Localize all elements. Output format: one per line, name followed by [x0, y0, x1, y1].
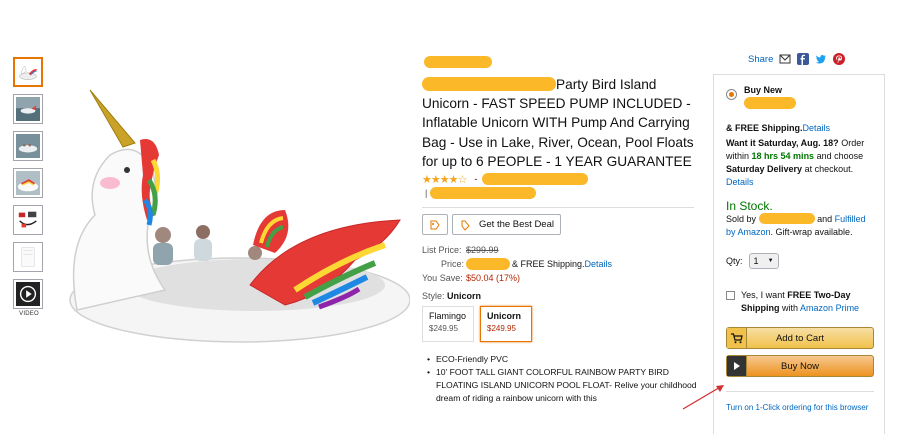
- play-icon: [16, 282, 40, 306]
- star-rating-icon[interactable]: ★★★★☆: [422, 173, 467, 186]
- redacted-buy-new-price: [744, 97, 796, 109]
- facebook-icon[interactable]: [797, 53, 810, 65]
- get-best-deal-label: Get the Best Deal: [479, 219, 554, 231]
- list-price: $299.99: [466, 245, 499, 256]
- prime-checkbox[interactable]: [726, 291, 735, 300]
- share-row: Share: [748, 53, 846, 65]
- add-to-cart-button[interactable]: Add to Cart: [726, 327, 874, 349]
- thumb-people-float[interactable]: [13, 168, 43, 198]
- redacted-price: [466, 258, 510, 271]
- deal-row: Get the Best Deal: [422, 214, 707, 236]
- product-main-image[interactable]: [55, 85, 410, 355]
- thumb-unicorn-float[interactable]: [13, 57, 43, 87]
- at-checkout-text: at checkout.: [804, 164, 854, 174]
- thumb-party-scene[interactable]: [13, 131, 43, 161]
- prime-option: Yes, I want FREE Two-Day Shipping with A…: [726, 289, 874, 315]
- feature-bullets: ECO-Friendly PVC 10' FOOT TALL GIANT COL…: [422, 353, 707, 405]
- redacted-answered: [430, 187, 537, 200]
- thumb-dimensions[interactable]: [13, 242, 43, 272]
- seller-info: Sold by and Fulfilled by Amazon. Gift-wr…: [726, 213, 874, 239]
- deal-icon: [461, 220, 470, 231]
- price-table: List Price: $299.99 Price: & FREE Shipping…: [422, 243, 707, 285]
- in-stock-text: In Stock.: [726, 199, 773, 213]
- you-save-value: $50.04 (17%): [466, 273, 521, 284]
- product-title-part1: Party Bird Island: [556, 77, 657, 92]
- prime-text-with: with: [782, 303, 799, 313]
- rating-separator: -: [474, 174, 478, 185]
- swatch-price: $249.95: [487, 324, 516, 334]
- amazon-prime-link[interactable]: Amazon Prime: [800, 303, 859, 313]
- shipping-info: & FREE Shipping.Details: [726, 122, 874, 135]
- style-row: Style: Unicorn: [422, 291, 707, 301]
- delivery-countdown: 18 hrs 54 mins: [751, 151, 815, 161]
- redacted-brand: [424, 56, 492, 68]
- pinterest-icon[interactable]: [833, 53, 846, 65]
- tag-icon: [430, 220, 440, 230]
- qty-label: Qty:: [726, 255, 743, 266]
- email-icon[interactable]: [779, 53, 791, 65]
- one-click-link[interactable]: Turn on 1-Click ordering for this browse…: [726, 391, 874, 414]
- you-save-label: You Save:: [422, 273, 463, 284]
- thumb-pump-accessories[interactable]: [13, 205, 43, 235]
- want-it-date: Want it Saturday, Aug. 18?: [726, 138, 839, 148]
- product-title: Party Bird Island Unicorn - FAST SPEED P…: [422, 75, 707, 171]
- bullet-item: ECO-Friendly PVC: [427, 353, 707, 366]
- buy-now-label: Buy Now: [780, 360, 819, 372]
- video-label: VIDEO: [19, 311, 39, 317]
- style-label: Style:: [422, 291, 445, 302]
- delivery-details-link[interactable]: Details: [726, 177, 754, 187]
- swatch-unicorn[interactable]: Unicorn $249.95: [480, 306, 532, 343]
- prime-text: Yes, I want FREE Two-Day Shipping with A…: [741, 289, 874, 315]
- style-value: Unicorn: [447, 291, 482, 302]
- divider: [422, 207, 694, 209]
- price-free-shipping: & FREE Shipping.: [512, 259, 585, 270]
- buy-new-radio[interactable]: [726, 89, 737, 100]
- swatch-name: Flamingo: [429, 311, 467, 322]
- free-shipping-text: & FREE Shipping.: [726, 123, 803, 133]
- price-label: Price:: [440, 259, 464, 270]
- style-swatches: Flamingo $249.95 Unicorn $249.95: [422, 306, 707, 343]
- prime-text-pre: Yes, I want: [741, 290, 785, 300]
- sold-by-label: Sold by: [726, 214, 757, 224]
- thumb-lake-scene[interactable]: [13, 94, 43, 124]
- redacted-title-start: [422, 77, 556, 91]
- list-price-label: List Price:: [422, 245, 462, 256]
- price-details-link[interactable]: Details: [585, 257, 613, 271]
- buy-now-button[interactable]: Buy Now: [726, 355, 874, 377]
- saturday-delivery-text: Saturday Delivery: [726, 164, 803, 174]
- add-to-cart-label: Add to Cart: [775, 332, 825, 344]
- twitter-icon[interactable]: [815, 53, 827, 65]
- shipping-details-link[interactable]: Details: [803, 123, 831, 133]
- gift-wrap-text: . Gift-wrap available.: [770, 227, 853, 237]
- thumb-video[interactable]: [13, 279, 43, 309]
- choose-text: and choose: [816, 151, 864, 161]
- product-info: Party Bird Island Unicorn - FAST SPEED P…: [422, 55, 707, 405]
- swatch-price: $249.95: [429, 324, 458, 334]
- qty-value: 1: [753, 255, 759, 266]
- separator-bar: |: [425, 188, 428, 199]
- play-arrow-icon: [727, 356, 747, 376]
- redacted-seller: [758, 213, 815, 224]
- offer-badge-button[interactable]: [422, 214, 448, 236]
- buy-new-label: Buy New: [744, 85, 783, 95]
- redacted-review-count: [482, 173, 589, 186]
- buy-box: Buy New & FREE Shipping.Details Want it …: [713, 74, 885, 434]
- get-best-deal-button[interactable]: Get the Best Deal: [452, 214, 561, 236]
- answered-row: |: [422, 187, 707, 200]
- and-text: and: [817, 214, 833, 224]
- quantity-select[interactable]: 1 ▼: [748, 253, 779, 269]
- product-title-part2: Unicorn - FAST SPEED PUMP INCLUDED - Inf…: [422, 96, 694, 169]
- thumbnail-strip: VIDEO: [13, 57, 45, 317]
- chevron-down-icon: ▼: [767, 257, 774, 264]
- swatch-flamingo[interactable]: Flamingo $249.95: [422, 306, 474, 343]
- quantity-row: Qty: 1 ▼: [726, 253, 874, 269]
- cart-icon: [727, 328, 747, 348]
- delivery-info: Want it Saturday, Aug. 18? Order within …: [726, 137, 874, 189]
- bullet-item: 10' FOOT TALL GIANT COLORFUL RAINBOW PAR…: [427, 366, 707, 405]
- annotation-arrow-icon: [682, 385, 724, 410]
- rating-row: ★★★★☆ -: [422, 172, 707, 186]
- share-label: Share: [748, 53, 774, 65]
- swatch-name: Unicorn: [487, 311, 522, 322]
